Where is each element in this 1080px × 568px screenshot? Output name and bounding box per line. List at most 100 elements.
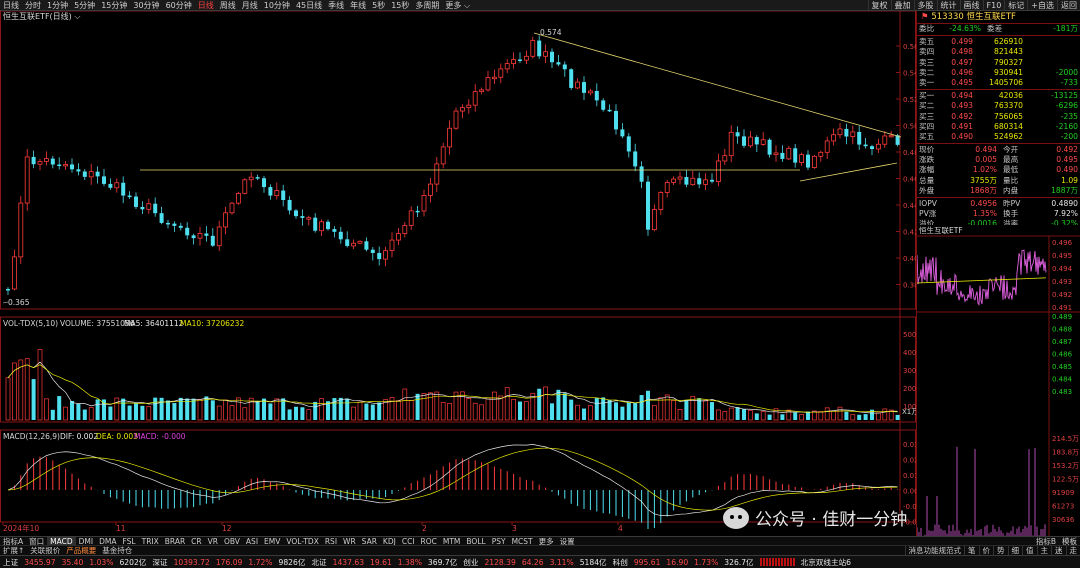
- price-tick: 0.560: [903, 43, 916, 51]
- indicator-tab[interactable]: FSL: [119, 537, 138, 545]
- index-name[interactable]: 深证: [149, 556, 170, 568]
- indicator-tab[interactable]: MCST: [509, 537, 536, 545]
- period-tab[interactable]: 5分钟: [71, 0, 98, 10]
- vol-bar-down: [594, 398, 599, 420]
- index-name[interactable]: 北证: [308, 556, 329, 568]
- tool-button[interactable]: +自选: [1027, 0, 1057, 10]
- period-tab[interactable]: 周线: [217, 0, 239, 10]
- period-tab[interactable]: 15秒: [388, 0, 412, 10]
- indicator-tab[interactable]: ASI: [243, 537, 261, 545]
- server-name[interactable]: 北京双线主站6: [798, 556, 854, 568]
- mini-vol-tick: 183.8万: [1052, 449, 1079, 457]
- vol-bar-down: [377, 402, 382, 420]
- info-tab[interactable]: 关联报价: [27, 546, 63, 555]
- tool-button[interactable]: 复权: [867, 0, 891, 10]
- candle-body-down: [281, 190, 286, 200]
- candle-body-down: [620, 129, 625, 137]
- period-tab[interactable]: 10分钟: [261, 0, 293, 10]
- info-tab[interactable]: 扩展↑: [0, 546, 27, 555]
- period-tab[interactable]: 日线: [195, 0, 217, 10]
- period-tab[interactable]: 分时: [22, 0, 44, 10]
- book-volume: 42036: [998, 91, 1023, 101]
- tool-button[interactable]: 标记: [1004, 0, 1027, 10]
- indicator-tab-right[interactable]: 指标B: [1033, 537, 1059, 545]
- indicator-tab[interactable]: SAR: [359, 537, 380, 545]
- candle-body-up: [485, 77, 491, 91]
- candle-body-down: [780, 152, 785, 159]
- period-tab[interactable]: 月线: [239, 0, 261, 10]
- chart-area[interactable]: 恒生互联ETF(日线) ⌵ 0.560 0.540 0.520 0.500 0.480 0…: [0, 10, 926, 536]
- period-tab[interactable]: 更多 ⌵: [442, 0, 473, 10]
- indicator-tab[interactable]: OBV: [221, 537, 243, 545]
- candle-body-down: [6, 289, 10, 291]
- tool-button[interactable]: 画线: [959, 0, 983, 10]
- indicator-tab-right[interactable]: 模板: [1059, 537, 1080, 545]
- candle-body-up: [197, 233, 203, 239]
- kline-chart-svg[interactable]: 恒生互联ETF(日线) ⌵ 0.560 0.540 0.520 0.500 0.480 0…: [0, 10, 926, 536]
- indicator-tab[interactable]: 指标A: [0, 537, 26, 545]
- index-name[interactable]: 上证: [0, 556, 21, 568]
- period-tab[interactable]: 60分钟: [163, 0, 195, 10]
- indicator-tab[interactable]: DMI: [76, 537, 96, 545]
- indicator-tab[interactable]: 窗口: [26, 537, 47, 545]
- macd-tick: 0.030: [903, 441, 916, 449]
- vol-bar-down: [537, 388, 542, 420]
- indicator-tab[interactable]: VOL-TDX: [283, 537, 321, 545]
- index-name[interactable]: 科创: [610, 556, 631, 568]
- indicator-tab[interactable]: KDJ: [380, 537, 399, 545]
- indicator-tab[interactable]: PSY: [489, 537, 509, 545]
- intraday-mini-chart[interactable]: 恒生互联ETF 0.496 0.495 0.494 0.493 0.492 0.491 0.…: [916, 225, 1080, 536]
- info-tab[interactable]: 基金持仓: [99, 546, 135, 555]
- period-tab[interactable]: 15分钟: [98, 0, 130, 10]
- indicator-tab[interactable]: TRIX: [139, 537, 162, 545]
- period-tab[interactable]: 5秒: [369, 0, 388, 10]
- period-tab[interactable]: 45日线: [293, 0, 325, 10]
- tool-button[interactable]: 多股: [913, 0, 937, 10]
- indicator-tab[interactable]: EMV: [261, 537, 283, 545]
- macd-header: MACD(12,26,9) DIF: 0.002 DEA: 0.003 MACD…: [3, 432, 186, 441]
- tool-button[interactable]: 统计: [936, 0, 960, 10]
- candle-body-up: [524, 55, 529, 61]
- vol-bar-down: [255, 400, 260, 420]
- period-tab[interactable]: 多周期: [412, 0, 442, 10]
- book-label: 卖一: [919, 77, 935, 87]
- info-tab-right[interactable]: 消息功能规范式: [904, 546, 965, 555]
- candle-body-up: [408, 210, 414, 226]
- info-tab-right[interactable]: 笔: [964, 546, 979, 555]
- period-tab[interactable]: 季线: [325, 0, 347, 10]
- vol-bar-down: [262, 398, 266, 420]
- indicator-tab[interactable]: CCI: [399, 537, 418, 545]
- book-label: 卖二: [919, 67, 935, 77]
- period-tab[interactable]: 30分钟: [130, 0, 162, 10]
- indicator-tab[interactable]: VR: [205, 537, 221, 545]
- indicator-tab[interactable]: RSI: [322, 537, 340, 545]
- info-tab-right[interactable]: 细: [1007, 546, 1023, 555]
- indicator-tab[interactable]: 更多: [536, 537, 557, 545]
- tool-button[interactable]: 叠加: [890, 0, 914, 10]
- indicator-tab[interactable]: WR: [340, 537, 359, 545]
- info-tab[interactable]: 产品概要: [63, 546, 99, 555]
- period-tab[interactable]: 年线: [347, 0, 369, 10]
- info-tab-right[interactable]: 势: [993, 546, 1008, 555]
- period-tab[interactable]: 1分钟: [44, 0, 71, 10]
- indicator-tab[interactable]: MACD: [47, 537, 76, 545]
- tool-button[interactable]: 返回: [1057, 0, 1080, 10]
- indicator-tab[interactable]: MTM: [440, 537, 464, 545]
- candle-body-down: [172, 223, 177, 226]
- info-tab-right[interactable]: 迷: [1051, 546, 1066, 555]
- mini-vol-tick: 214.5万: [1052, 435, 1079, 443]
- tool-button[interactable]: F10: [982, 0, 1005, 10]
- info-tab-right[interactable]: 值: [1022, 546, 1037, 555]
- indicator-tab[interactable]: ROC: [418, 537, 440, 545]
- period-tab[interactable]: 日线: [0, 0, 22, 10]
- info-tab-right[interactable]: 主: [1036, 546, 1052, 555]
- info-tab-right[interactable]: 走: [1065, 546, 1080, 555]
- indicator-tab[interactable]: DMA: [96, 537, 119, 545]
- indicator-tab[interactable]: BRAR: [162, 537, 188, 545]
- indicator-tab[interactable]: CR: [188, 537, 204, 545]
- index-name[interactable]: 创业: [460, 556, 481, 568]
- indicator-tab[interactable]: 设置: [557, 537, 578, 545]
- info-tab-right[interactable]: 价: [978, 546, 994, 555]
- indicator-tab[interactable]: BOLL: [463, 537, 488, 545]
- candle-body-up: [812, 155, 817, 168]
